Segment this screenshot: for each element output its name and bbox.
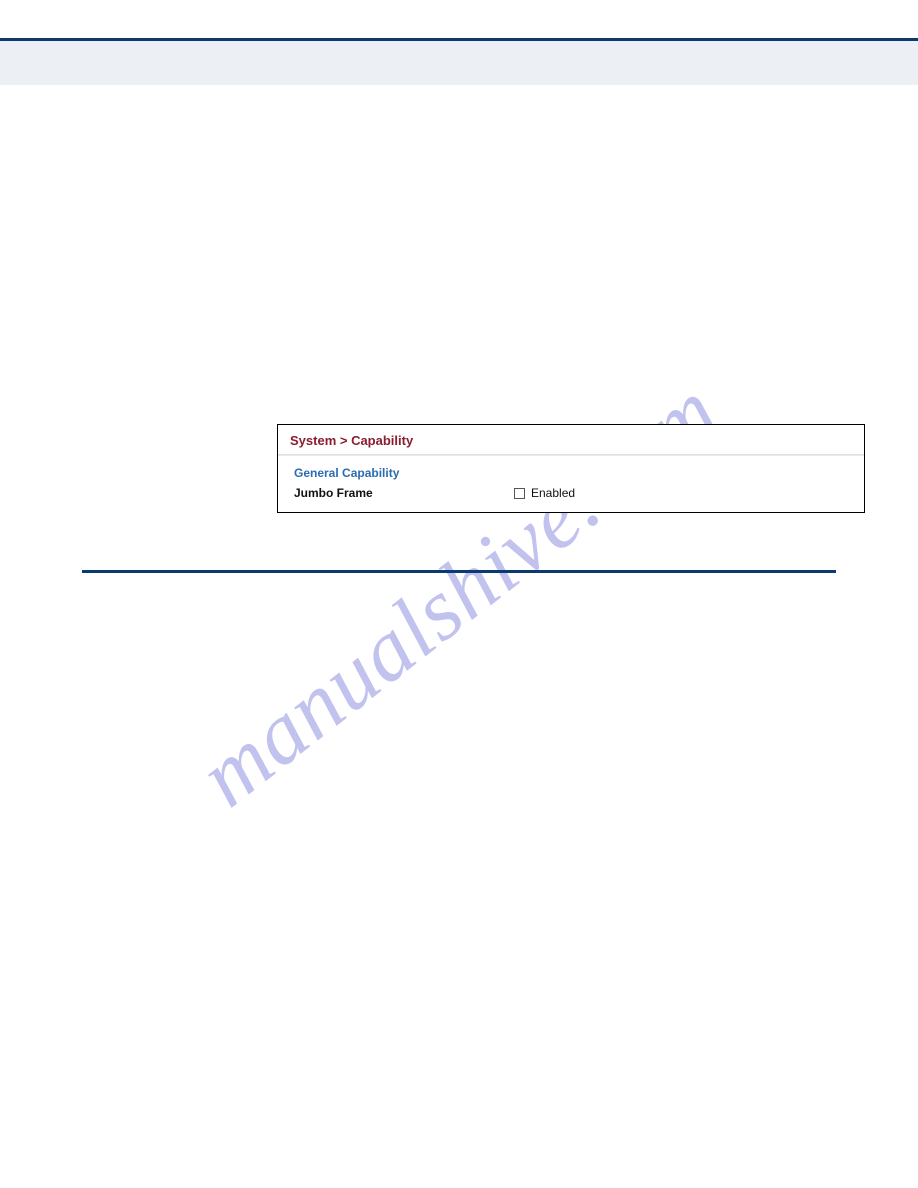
capability-panel: System > Capability General Capability J… [277,424,865,513]
jumbo-frame-row: Jumbo Frame Enabled [294,486,852,500]
panel-body: General Capability Jumbo Frame Enabled [278,456,864,512]
jumbo-frame-label: Jumbo Frame [294,486,514,500]
panel-breadcrumb: System > Capability [278,425,864,454]
jumbo-frame-checkbox-label: Enabled [531,486,575,500]
section-title: General Capability [294,466,852,480]
bottom-rule [82,570,836,573]
top-band [0,41,918,85]
jumbo-frame-checkbox[interactable] [514,488,525,499]
